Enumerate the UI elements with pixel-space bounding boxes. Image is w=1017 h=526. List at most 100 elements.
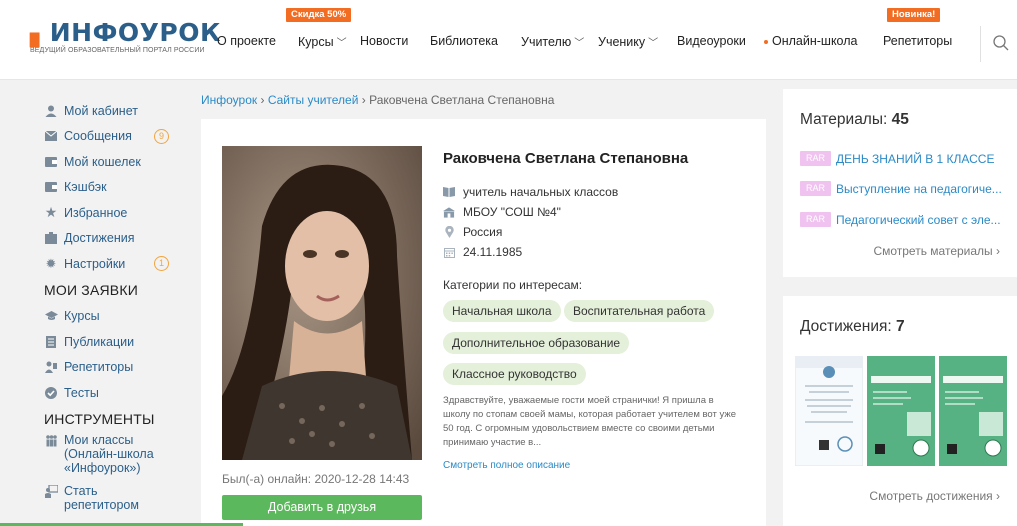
sidebar-item-settings[interactable]: ✹ Настройки 1 xyxy=(44,251,179,277)
wallet-icon xyxy=(44,155,58,169)
sidebar-item-favorites[interactable]: ★ Избранное xyxy=(44,200,179,226)
file-type-badge: RAR xyxy=(800,181,832,196)
sidebar-item-label: Достижения xyxy=(64,231,135,246)
profile-card: Был(-а) онлайн: 2020-12-28 14:43 Добавит… xyxy=(201,119,766,526)
breadcrumb: Инфоурок › Сайты учителей › Раковчена Св… xyxy=(201,93,554,107)
profile-info: учитель начальных классов МБОУ "СОШ №4" … xyxy=(443,182,618,262)
sidebar-item-label: Сообщения xyxy=(64,129,132,144)
nav-teacher[interactable]: Учителю ﹀ xyxy=(521,34,584,49)
sidebar-item-publications[interactable]: Публикации xyxy=(44,329,179,355)
school-text: МБОУ "СОШ №4" xyxy=(463,205,561,219)
nav-student[interactable]: Ученику ﹀ xyxy=(598,34,658,49)
search-icon xyxy=(993,35,1009,51)
sidebar-item-label: Мой кошелек xyxy=(64,154,141,169)
breadcrumb-separator: › xyxy=(257,93,268,107)
country-row: Россия xyxy=(443,222,618,242)
gear-icon: ✹ xyxy=(45,255,57,271)
trophy-icon xyxy=(44,231,58,245)
sidebar-item-my-classes[interactable]: Мои классы (Онлайн-школа «Инфоурок») xyxy=(44,433,179,475)
nav-about[interactable]: О проекте xyxy=(217,34,276,48)
certificate-thumbnail[interactable] xyxy=(867,356,935,466)
location-pin-icon xyxy=(443,226,455,238)
materials-title: Материалы: 45 xyxy=(800,111,909,129)
nav-library[interactable]: Библиотека xyxy=(430,34,498,48)
become-tutor-icon xyxy=(44,485,58,499)
school-icon xyxy=(443,206,455,218)
class-icon xyxy=(44,434,58,448)
material-link[interactable]: Выступление на педагогиче... xyxy=(836,182,1002,196)
sidebar-item-messages[interactable]: Сообщения 9 xyxy=(44,124,179,150)
sidebar-item-label: Публикации xyxy=(64,334,135,349)
dot-icon xyxy=(764,39,768,44)
nav-courses[interactable]: Курсы ﹀ xyxy=(298,34,347,49)
certificate-thumbnail[interactable] xyxy=(939,356,1007,466)
profile-name: Раковчена Светлана Степановна xyxy=(443,150,689,167)
tool-label-line: «Инфоурок») xyxy=(64,460,141,475)
interest-tag[interactable]: Начальная школа xyxy=(443,300,561,322)
material-item[interactable]: RAR ДЕНЬ ЗНАНИЙ В 1 КЛАССЕ xyxy=(800,151,994,166)
sidebar-item-label: Мой кабинет xyxy=(64,103,138,118)
breadcrumb-home-link[interactable]: Инфоурок xyxy=(201,93,257,107)
star-icon: ★ xyxy=(44,204,58,221)
material-link[interactable]: Педагогический совет с эле... xyxy=(836,213,1001,227)
position-row: учитель начальных классов xyxy=(443,182,618,202)
sidebar-item-tutors[interactable]: Репетиторы xyxy=(44,355,179,381)
see-achievements-link[interactable]: Смотреть достижения › xyxy=(869,489,1000,503)
achievements-count: 7 xyxy=(896,318,905,335)
sidebar-item-tests[interactable]: Тесты xyxy=(44,380,179,406)
check-icon xyxy=(44,386,58,400)
file-type-badge: RAR xyxy=(800,151,832,166)
full-description-link[interactable]: Смотреть полное описание xyxy=(443,460,570,471)
interest-tag[interactable]: Дополнительное образование xyxy=(443,332,630,354)
tutor-icon xyxy=(44,360,58,374)
last-online-text: Был(-а) онлайн: 2020-12-28 14:43 xyxy=(222,472,410,486)
logo-subtitle: ВЕДУЩИЙ ОБРАЗОВАТЕЛЬНЫЙ ПОРТАЛ РОССИИ xyxy=(30,47,205,54)
nav-online-school[interactable]: Онлайн-школа xyxy=(764,34,857,48)
position-text: учитель начальных классов xyxy=(463,185,619,199)
sidebar-item-label: Настройки xyxy=(64,256,126,271)
sidebar-item-courses[interactable]: Курсы xyxy=(44,304,179,330)
nav-videolessons[interactable]: Видеоуроки xyxy=(677,34,746,48)
materials-panel: Материалы: 45 RAR ДЕНЬ ЗНАНИЙ В 1 КЛАССЕ… xyxy=(783,89,1017,277)
material-item[interactable]: RAR Педагогический совет с эле... xyxy=(800,212,1001,227)
chevron-down-icon: ﹀ xyxy=(648,38,659,49)
user-icon xyxy=(44,104,58,118)
sidebar-item-wallet[interactable]: Мой кошелек xyxy=(44,149,179,175)
materials-count: 45 xyxy=(891,111,909,128)
birthdate-row: 24.11.1985 xyxy=(443,242,618,262)
interest-tag[interactable]: Классное руководство xyxy=(443,363,586,385)
sidebar-item-become-tutor[interactable]: Стать репетитором xyxy=(44,484,179,512)
material-item[interactable]: RAR Выступление на педагогиче... xyxy=(800,181,1002,196)
material-link[interactable]: ДЕНЬ ЗНАНИЙ В 1 КЛАССЕ xyxy=(836,152,994,166)
sidebar-item-cashback[interactable]: Кэшбэк xyxy=(44,175,179,201)
sidebar-item-label: Репетиторы xyxy=(64,360,134,375)
birthdate-text: 24.11.1985 xyxy=(463,245,523,259)
sidebar-item-label: Мои классы (Онлайн-школа «Инфоурок») xyxy=(64,433,154,475)
top-header: ▖ИНФОУРОК ВЕДУЩИЙ ОБРАЗОВАТЕЛЬНЫЙ ПОРТАЛ… xyxy=(0,0,1017,80)
sidebar-item-cabinet[interactable]: Мой кабинет xyxy=(44,98,179,124)
see-materials-link[interactable]: Смотреть материалы › xyxy=(873,244,1000,258)
sidebar: Мой кабинет Сообщения 9 Мой кошелек Кэшб… xyxy=(44,98,179,512)
site-logo[interactable]: ▖ИНФОУРОК ВЕДУЩИЙ ОБРАЗОВАТЕЛЬНЫЙ ПОРТАЛ… xyxy=(30,20,221,55)
cashback-icon xyxy=(44,180,58,194)
nav-news[interactable]: Новости xyxy=(360,34,408,48)
nav-tutors[interactable]: Репетиторы xyxy=(883,34,952,48)
search-button[interactable] xyxy=(980,26,1017,62)
interest-tag[interactable]: Воспитательная работа xyxy=(564,300,715,322)
settings-count-badge: 1 xyxy=(154,256,169,271)
certificate-thumbnail[interactable] xyxy=(795,356,863,466)
sidebar-item-label: Курсы xyxy=(64,309,100,324)
country-text: Россия xyxy=(463,225,503,239)
add-friend-button[interactable]: Добавить в друзья xyxy=(222,495,422,520)
tool-label-line: Мои классы xyxy=(64,432,134,447)
tools-heading: ИНСТРУМЕНТЫ xyxy=(44,410,155,427)
file-type-badge: RAR xyxy=(800,212,832,227)
discount-badge: Скидка 50% xyxy=(286,8,352,22)
requests-heading: МОИ ЗАЯВКИ xyxy=(44,281,138,298)
profile-photo xyxy=(222,146,422,460)
sidebar-item-achievements[interactable]: Достижения xyxy=(44,226,179,252)
breadcrumb-section-link[interactable]: Сайты учителей xyxy=(268,93,359,107)
breadcrumb-current: Раковчена Светлана Степановна xyxy=(369,93,555,107)
categories-title: Категории по интересам: xyxy=(443,278,583,292)
mail-icon xyxy=(44,129,58,143)
